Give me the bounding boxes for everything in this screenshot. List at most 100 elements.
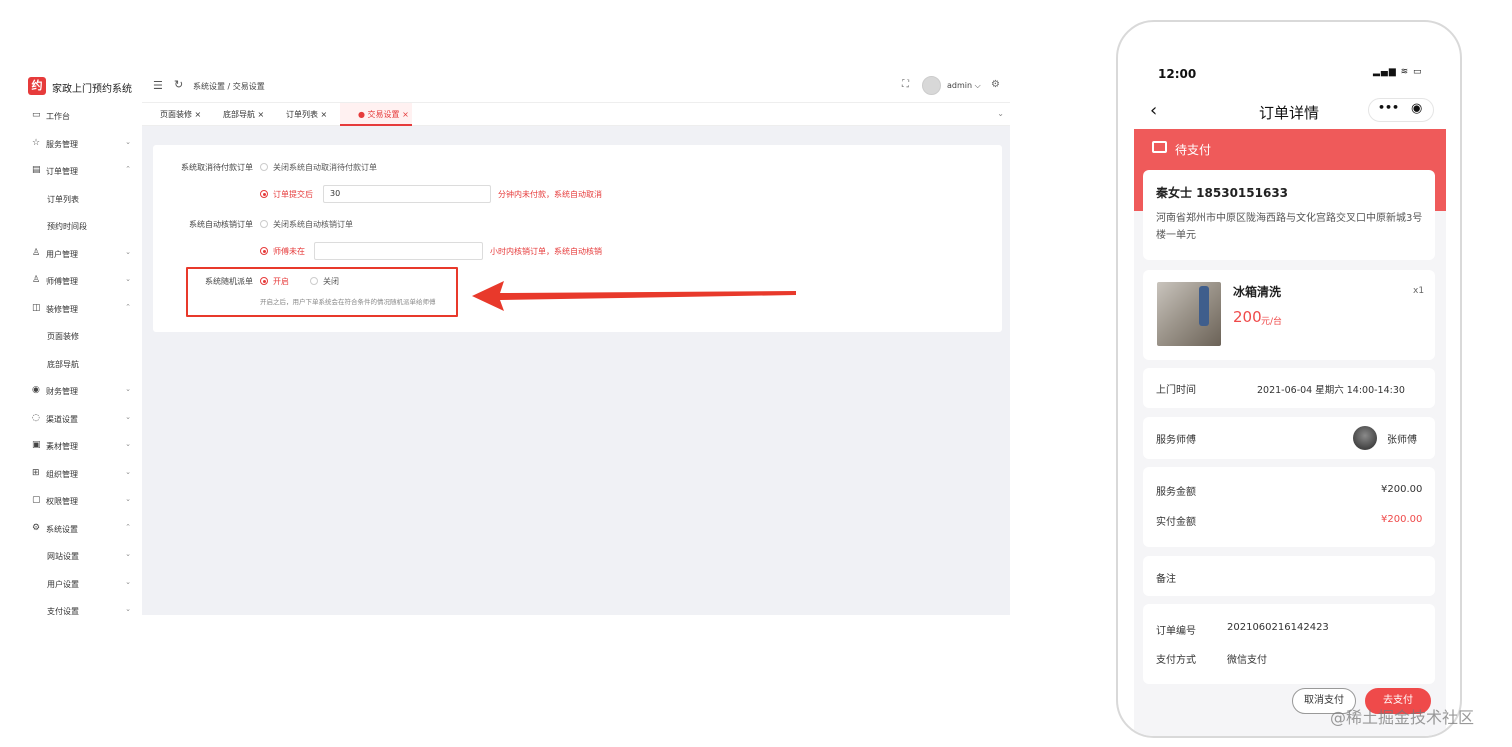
sidebar-item-icon: ◉ xyxy=(32,385,40,395)
product-qty: x1 xyxy=(1413,286,1425,296)
sidebar-item[interactable]: 页面装修 xyxy=(22,326,141,346)
refresh-icon[interactable]: ↻ xyxy=(174,78,183,91)
verify-off-radio[interactable] xyxy=(260,220,268,228)
chevron-icon: ⌄ xyxy=(125,550,131,558)
tab[interactable]: 底部导航 × xyxy=(205,103,268,126)
sidebar-item[interactable]: ▣ 素材管理 ⌄ xyxy=(22,436,141,456)
chevron-icon: ⌄ xyxy=(125,275,131,283)
chevron-icon: ⌄ xyxy=(125,412,131,421)
sidebar-item-label: 用户设置 xyxy=(47,579,79,589)
gear-icon[interactable]: ⚙ xyxy=(991,79,1000,90)
status-icons: ▂▄▆ ≋ ▭ xyxy=(1373,67,1423,77)
chevron-icon: ⌄ xyxy=(125,137,131,146)
menu-toggle-icon[interactable]: ☰ xyxy=(153,79,163,92)
master-card[interactable]: 服务师傅 张师傅 xyxy=(1143,417,1435,459)
sidebar-item[interactable]: ♙ 师傅管理 ⌄ xyxy=(22,271,141,291)
verify-hours-input[interactable] xyxy=(314,242,483,260)
sidebar-item-label: 组织管理 xyxy=(46,469,78,479)
admin-window: 约 家政上门预约系统 ☰ ↻ 系统设置 / 交易设置 ⛶ admin ⌵ ⚙ ▭… xyxy=(22,70,1010,616)
admin-user-menu[interactable]: admin ⌵ xyxy=(947,81,981,91)
avatar[interactable] xyxy=(922,76,941,95)
tab[interactable]: 页面装修 × xyxy=(142,103,205,126)
paid-amount-label: 实付金额 xyxy=(1156,517,1196,528)
sidebar-item-icon: ▭ xyxy=(32,110,41,120)
sidebar-item[interactable]: ☆ 服务管理 ⌄ xyxy=(22,134,141,154)
tab[interactable]: 订单列表 × xyxy=(268,103,340,126)
sidebar-item-icon: ♙ xyxy=(32,247,41,258)
sidebar-item[interactable]: 订单列表 xyxy=(22,189,141,209)
pay-method-value: 微信支付 xyxy=(1227,655,1267,666)
sidebar-item[interactable]: 用户设置 ⌄ xyxy=(22,574,141,594)
app-logo-icon: 约 xyxy=(28,77,46,95)
verify-setting-label: 系统自动核销订单 xyxy=(189,220,253,229)
product-name: 冰箱清洗 xyxy=(1233,285,1282,299)
status-time: 12:00 xyxy=(1158,67,1197,81)
cancel-minutes-input[interactable]: 30 xyxy=(323,185,491,203)
verify-on-radio[interactable] xyxy=(260,247,268,255)
sidebar-item[interactable]: ⊞ 组织管理 ⌄ xyxy=(22,464,141,484)
sidebar-item-label: 预约时间段 xyxy=(47,222,87,231)
sidebar-item-icon: ♙ xyxy=(32,275,41,285)
sidebar-item-icon: ▤ xyxy=(32,165,41,175)
cancel-on-radio[interactable] xyxy=(260,190,268,198)
cancel-off-option[interactable]: 关闭系统自动取消待付款订单 xyxy=(273,162,377,173)
chevron-icon: ⌃ xyxy=(125,302,131,311)
product-card[interactable]: 冰箱清洗 x1 200 元/台 xyxy=(1143,270,1435,360)
sidebar-item-label: 页面装修 xyxy=(47,332,79,341)
sidebar-item-icon: ▢ xyxy=(32,495,41,505)
paid-amount-value: ¥200.00 xyxy=(1381,514,1423,525)
sidebar-item-label: 系统设置 xyxy=(46,524,78,534)
sidebar-item[interactable]: 底部导航 xyxy=(22,354,141,374)
sidebar-item[interactable]: ⚙ 系统设置 ⌃ xyxy=(22,519,141,539)
order-no-label: 订单编号 xyxy=(1156,626,1196,637)
order-info-card: 订单编号 2021060216142423 支付方式 微信支付 xyxy=(1143,604,1435,684)
chevron-down-icon[interactable]: ⌄ xyxy=(997,109,1004,118)
sidebar-item[interactable]: ◉ 财务管理 ⌄ xyxy=(22,381,141,401)
sidebar-item[interactable]: ♙ 用户管理 ⌄ xyxy=(22,244,141,264)
tabs-bar: 页面装修 × 底部导航 × 订单列表 × ● 交易设置 × ⌄ xyxy=(142,102,1010,126)
sidebar-item-label: 工作台 xyxy=(46,112,70,121)
product-image xyxy=(1157,282,1221,346)
sidebar-item[interactable]: ◫ 装修管理 ⌃ xyxy=(22,299,141,319)
master-label: 服务师傅 xyxy=(1156,435,1196,446)
cancel-setting-label: 系统取消待付款订单 xyxy=(181,163,253,172)
remark-label: 备注 xyxy=(1156,574,1176,585)
cancel-hint: 分钟内未付款，系统自动取消 xyxy=(498,190,602,199)
service-amount-value: ¥200.00 xyxy=(1381,484,1423,495)
cancel-on-option[interactable]: 订单提交后 xyxy=(273,189,313,200)
pay-method-label: 支付方式 xyxy=(1156,655,1196,666)
fullscreen-icon[interactable]: ⛶ xyxy=(902,79,909,90)
phone-frame: 12:00 ▂▄▆ ≋ ▭ ‹ 订单详情 ••• ◉ 待支付 秦女士 18530… xyxy=(1116,20,1462,738)
master-name: 张师傅 xyxy=(1387,435,1417,446)
sidebar-item-label: 装修管理 xyxy=(46,304,78,314)
sidebar-item-label: 订单列表 xyxy=(47,194,79,204)
highlight-box xyxy=(186,267,458,317)
sidebar-item[interactable]: ▤ 订单管理 ⌃ xyxy=(22,161,141,181)
sidebar-item[interactable]: ▢ 权限管理 ⌄ xyxy=(22,491,141,511)
sidebar-item-icon: ▣ xyxy=(32,440,41,450)
cancel-off-radio[interactable] xyxy=(260,163,268,171)
sidebar-item[interactable]: ◌ 渠道设置 ⌄ xyxy=(22,409,141,429)
tab[interactable]: ● 交易设置 × xyxy=(340,103,412,126)
sidebar-item[interactable]: ▭ 工作台 xyxy=(22,106,141,126)
chevron-icon: ⌃ xyxy=(125,165,131,173)
sidebar-item[interactable]: 预约时间段 xyxy=(22,216,141,236)
breadcrumb: 系统设置 / 交易设置 xyxy=(193,82,265,91)
content-area: 系统取消待付款订单 关闭系统自动取消待付款订单 订单提交后 30 分钟内未付款，… xyxy=(142,126,1010,615)
sidebar-item-label: 订单管理 xyxy=(46,167,78,176)
chevron-icon: ⌄ xyxy=(125,467,131,476)
customer-info: 秦女士 18530151633 xyxy=(1156,186,1289,200)
sidebar-item[interactable]: 网站设置 ⌄ xyxy=(22,546,141,566)
visit-time-label: 上门时间 xyxy=(1156,385,1196,396)
remark-card[interactable]: 备注 xyxy=(1143,556,1435,596)
verify-on-option[interactable]: 师傅未在 xyxy=(273,246,305,257)
address-card[interactable]: 秦女士 18530151633 河南省郑州市中原区陇海西路与文化宫路交叉口中原新… xyxy=(1143,170,1435,260)
more-icon[interactable]: ••• xyxy=(1378,101,1399,114)
sidebar-item[interactable]: 支付设置 ⌄ xyxy=(22,601,141,621)
sidebar-item-label: 用户管理 xyxy=(46,249,78,259)
verify-off-option[interactable]: 关闭系统自动核销订单 xyxy=(273,219,353,230)
close-miniapp-icon[interactable]: ◉ xyxy=(1411,101,1422,116)
sidebar-item-icon: ◌ xyxy=(32,412,40,423)
sidebar-item-icon: ⊞ xyxy=(32,467,40,478)
sidebar: ▭ 工作台 ☆ 服务管理 ⌄ ▤ 订单管理 ⌃ 订单列表 预约时间段 ♙ 用户管理 ⌄ ♙ 师傅管理 ⌄ ◫ 装修… xyxy=(22,102,141,616)
